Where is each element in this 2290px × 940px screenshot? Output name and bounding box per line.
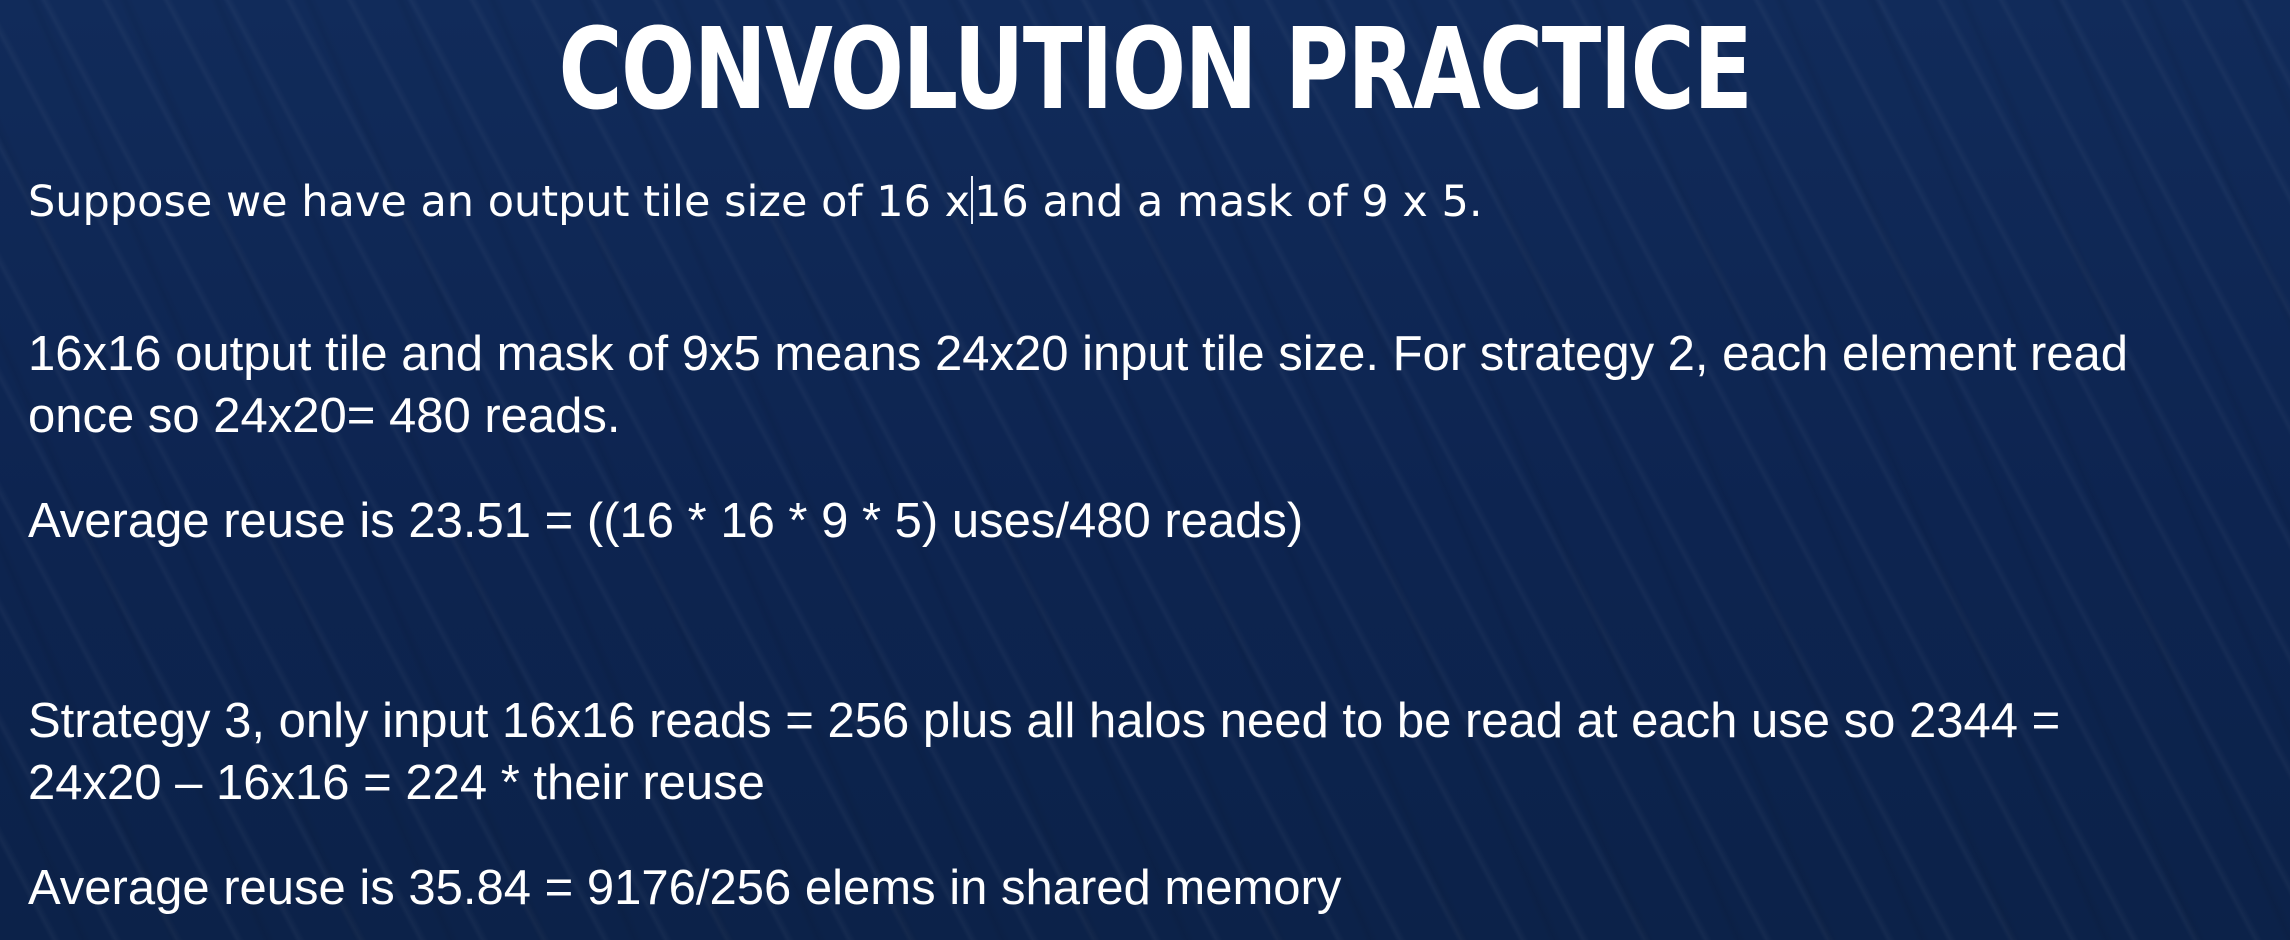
paragraph-2: Average reuse is 23.51 = ((16 * 16 * 9 *…: [28, 494, 1304, 548]
paragraph-1-line-2: once so 24x20= 480 reads.: [28, 389, 621, 443]
paragraph-3-line-1: Strategy 3, only input 16x16 reads = 256…: [28, 694, 2061, 748]
text-cursor: [971, 176, 974, 224]
paragraph-3-line-2: 24x20 – 16x16 = 224 * their reuse: [28, 756, 765, 810]
slide: CONVOLUTION PRACTICE Suppose we have an …: [0, 0, 2290, 940]
slide-title: CONVOLUTION PRACTICE: [558, 5, 1752, 135]
paragraph-1-line-1: 16x16 output tile and mask of 9x5 means …: [28, 327, 2129, 381]
intro-text[interactable]: Suppose we have an output tile size of 1…: [28, 172, 2268, 232]
intro-text-part2: 16 and a mask of 9 x 5.: [974, 177, 1483, 227]
paragraph-4: Average reuse is 35.84 = 9176/256 elems …: [28, 861, 1342, 915]
intro-text-part1: Suppose we have an output tile size of 1…: [28, 177, 971, 227]
